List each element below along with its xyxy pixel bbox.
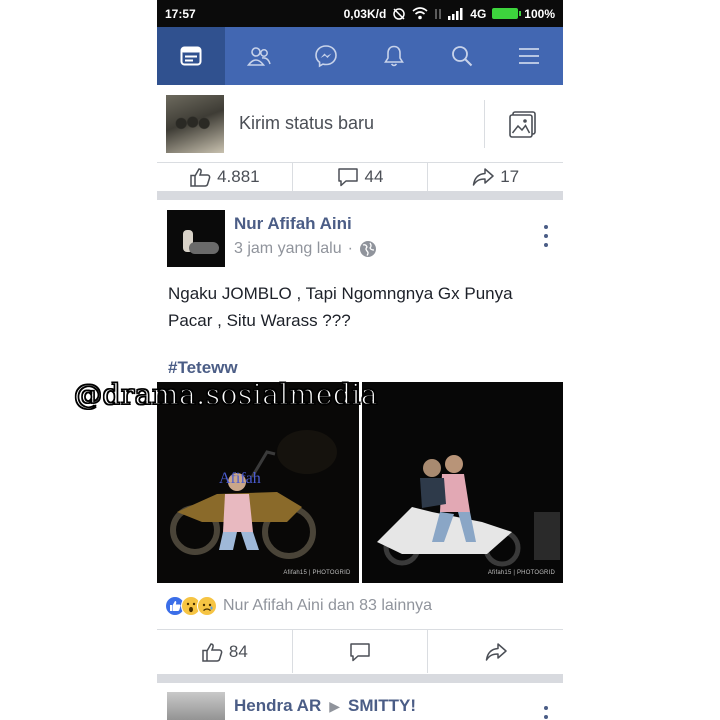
sad-reaction-icon [197,596,217,616]
notifications-icon [383,45,404,67]
dot [544,243,548,247]
feed-separator [157,191,563,200]
add-photo-button[interactable] [485,85,563,163]
photo-icon [509,110,536,138]
news-feed-icon [180,46,202,66]
prev-post-actions: 4.881 44 17 [157,163,563,191]
user-avatar[interactable] [166,94,224,153]
post-author-name[interactable]: Nur Afifah Aini [234,214,352,234]
nav-news-feed[interactable] [157,27,225,85]
nav-menu[interactable] [495,27,563,85]
prev-like-count: 4.881 [217,167,260,186]
wifi-icon [412,7,428,20]
next-post-more-options-button[interactable] [541,706,551,720]
feed-separator [157,674,563,683]
status-bar: 17:57 0,03K/d 4G 100% [157,0,563,27]
dot [544,715,548,719]
nav-messenger[interactable] [292,27,360,85]
prev-comment-count: 44 [364,167,384,186]
like-icon [190,168,211,187]
prev-comment-button[interactable]: 44 [293,163,429,191]
friends-icon [246,47,271,66]
post-reactions-summary[interactable]: Nur Afifah Aini dan 83 lainnya [165,596,432,616]
search-icon [451,46,472,67]
share-icon [485,642,507,661]
globe-icon [359,241,376,257]
comment-icon [350,642,370,661]
share-button[interactable] [428,630,563,673]
data-transfer-icon [435,8,441,19]
post-time-separator: · [347,240,353,257]
post-actions: 84 [157,629,563,673]
photo-name-overlay: Afifah [219,470,261,487]
dot [544,706,548,710]
next-post-author[interactable]: Hendra AR [234,696,321,716]
post-photo-right[interactable]: Afifah15 | PHOTOGRID [361,382,563,583]
post-timestamp: 3 jam yang lalu · [234,240,377,258]
prev-share-button[interactable]: 17 [428,163,563,191]
post-header: Nur Afifah Aini 3 jam yang lalu · [157,207,563,272]
post-hashtag[interactable]: #Teteww [168,358,238,378]
next-post-arrow: ▶ [329,697,340,714]
share-icon [472,168,494,186]
prev-like-button[interactable]: 4.881 [157,163,293,191]
next-post-author-line: Hendra AR ▶ SMITTY! [234,696,416,716]
like-button[interactable]: 84 [157,630,293,673]
messenger-icon [315,45,337,68]
dot [544,234,548,238]
post-body-text: Ngaku JOMBLO , Tapi Ngomngnya Gx Punya P… [168,284,513,330]
alarm-off-icon [393,7,406,20]
account-watermark: @drama.sosialmedia [73,377,379,411]
prev-share-count: 17 [500,167,520,186]
nav-search[interactable] [428,27,496,85]
couple-on-motorbike-image [361,382,563,583]
dot [544,225,548,229]
post-time-text: 3 jam yang lalu [234,240,342,257]
signal-icon [448,7,463,20]
battery-icon [492,8,522,19]
next-post-target[interactable]: SMITTY! [348,696,416,716]
photo-right-watermark: Afifah15 | PHOTOGRID [487,570,555,576]
post-author-avatar[interactable] [167,210,225,267]
nav-notifications[interactable] [360,27,428,85]
nav-friends[interactable] [225,27,293,85]
next-post-avatar[interactable] [167,692,225,720]
network-type: 4G [470,6,487,21]
next-post-header: Hendra AR ▶ SMITTY! [157,688,563,720]
reactions-text: Nur Afifah Aini dan 83 lainnya [223,597,433,614]
status-time: 17:57 [165,6,196,21]
comment-button[interactable] [293,630,429,673]
post-photo-left[interactable]: Afifah Afifah15 | PHOTOGRID [157,382,359,583]
like-count: 84 [228,641,248,661]
avatar-bike [189,242,219,254]
battery-level: 100% [524,6,555,21]
phone-screen: 17:57 0,03K/d 4G 100% Kirim status baru … [157,0,563,720]
comment-icon [337,168,358,187]
post-photos: Afifah Afifah15 | PHOTOGRID Afifah15 | P… [157,382,563,583]
status-composer: Kirim status baru [157,85,563,163]
status-right: 0,03K/d 4G 100% [344,7,555,21]
top-nav-bar [157,27,563,85]
status-input[interactable]: Kirim status baru [239,113,484,134]
network-speed: 0,03K/d [343,6,387,21]
menu-icon [519,48,540,64]
post-more-options-button[interactable] [541,225,551,247]
like-icon [202,642,223,662]
photo-left-watermark: Afifah15 | PHOTOGRID [283,570,351,576]
